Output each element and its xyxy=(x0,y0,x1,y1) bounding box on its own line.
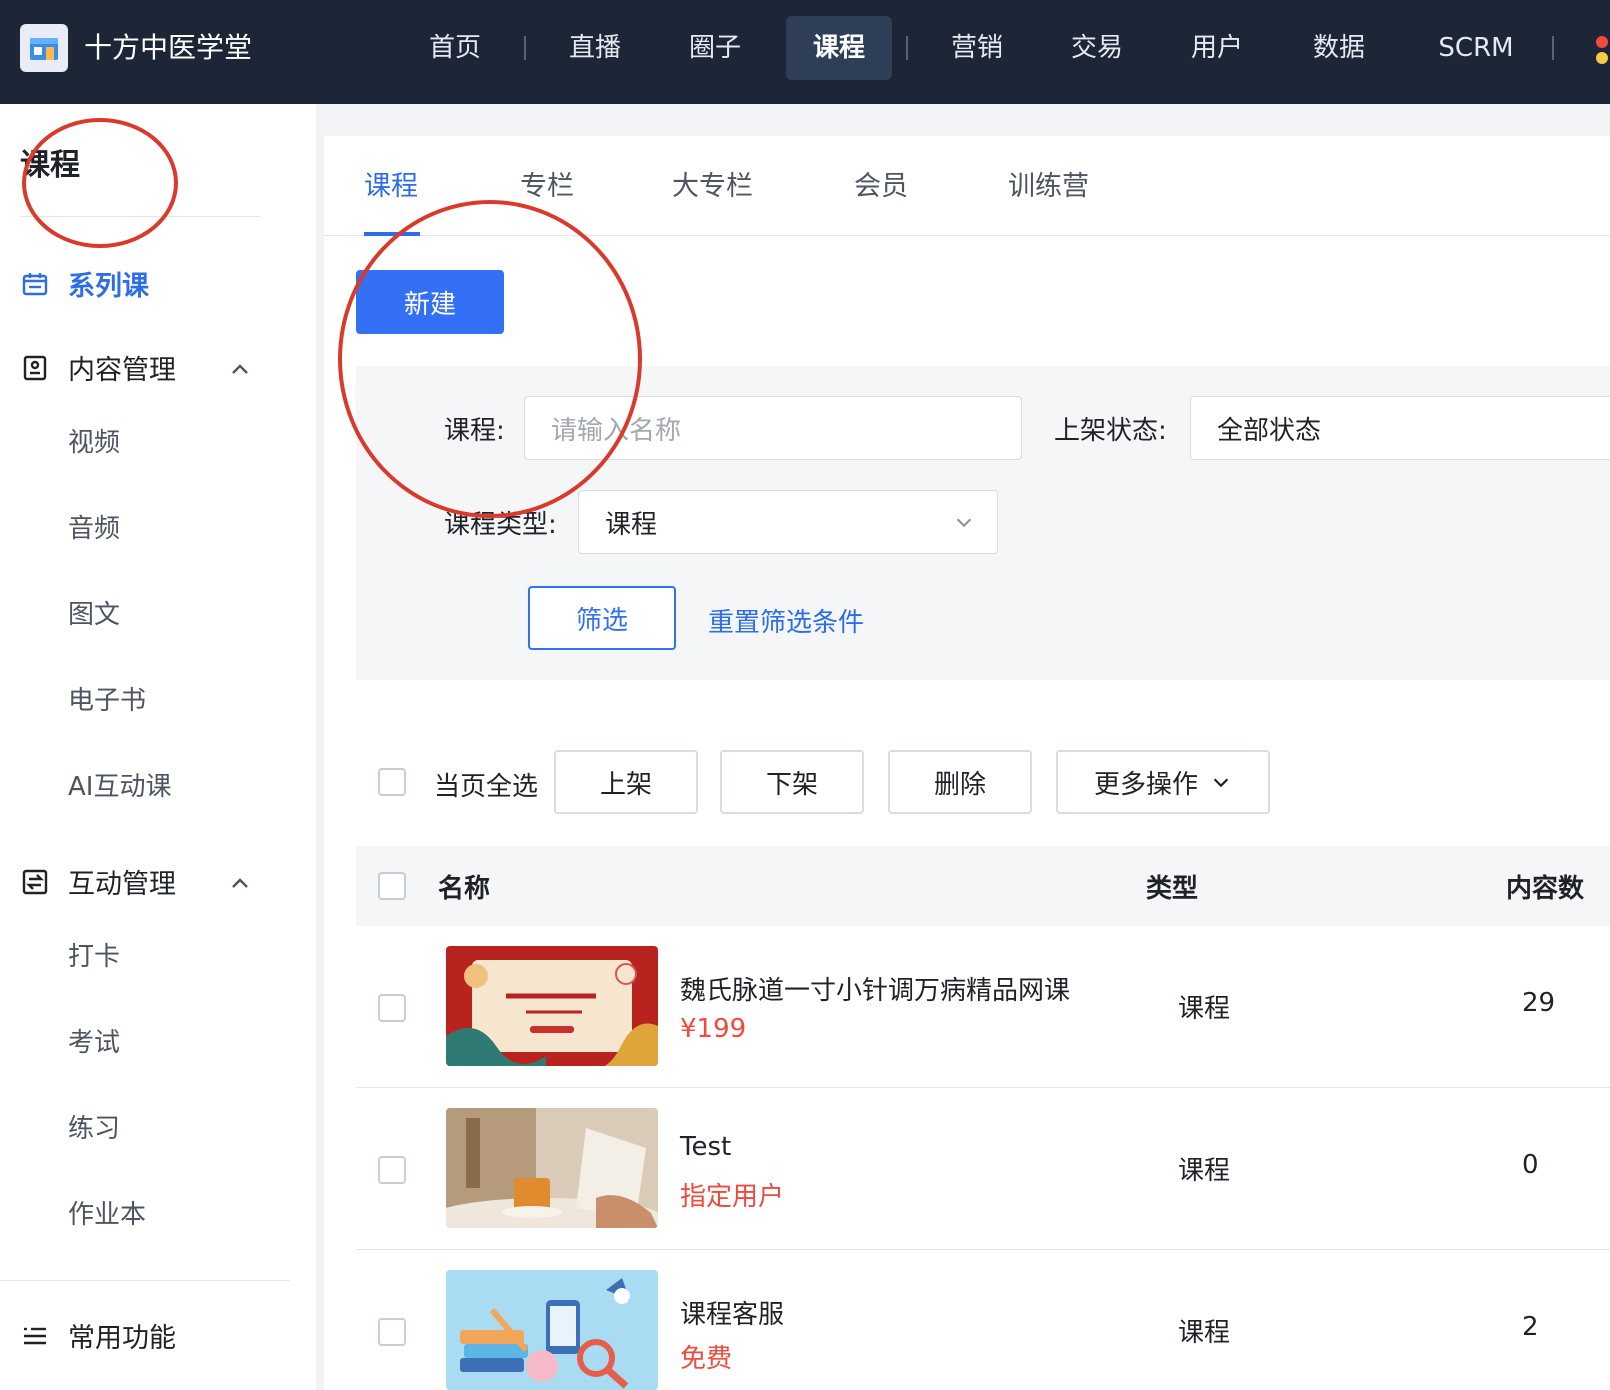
column-header-name: 名称 xyxy=(438,874,491,904)
calendar-icon xyxy=(20,269,50,299)
unpublish-button[interactable]: 下架 xyxy=(720,750,864,814)
header-checkbox[interactable] xyxy=(378,872,406,900)
tab-column[interactable]: 专栏 xyxy=(520,164,574,203)
main-content: 课程 专栏 大专栏 会员 训练营 新建 课程: 请输入名称 上架状态: 全部状态… xyxy=(324,136,1610,1390)
sidebar-item-video[interactable]: 视频 xyxy=(68,422,120,459)
nav-scrm[interactable]: SCRM xyxy=(1426,16,1526,80)
course-name[interactable]: 课程客服 xyxy=(680,1294,784,1331)
course-price: 免费 xyxy=(680,1344,733,1374)
nav-marketing[interactable]: 营销 xyxy=(932,16,1022,80)
delete-button[interactable]: 删除 xyxy=(888,750,1032,814)
course-price: ¥199 xyxy=(680,1014,747,1044)
course-search-input[interactable]: 请输入名称 xyxy=(524,396,1022,460)
sidebar-item-ai-course[interactable]: AI互动课 xyxy=(68,766,171,803)
top-bar: 十方中医学堂 首页 直播 圈子 课程 营销 交易 用户 数据 SCRM xyxy=(0,0,1610,104)
column-header-count: 内容数 xyxy=(1506,874,1585,904)
course-type: 课程 xyxy=(1178,1156,1231,1186)
sidebar-item-article[interactable]: 图文 xyxy=(68,594,120,631)
exchange-icon xyxy=(20,867,50,897)
sidebar-item-label: 系列课 xyxy=(68,271,149,302)
sidebar-divider xyxy=(0,1280,290,1281)
course-access: 指定用户 xyxy=(680,1182,785,1212)
sidebar-item-audio[interactable]: 音频 xyxy=(68,508,120,545)
type-filter-label: 课程类型: xyxy=(444,510,557,540)
status-dot-icon xyxy=(1596,52,1608,64)
nav-separator xyxy=(1552,36,1554,60)
nav-trade[interactable]: 交易 xyxy=(1052,16,1142,80)
sidebar-divider xyxy=(20,216,260,217)
course-type: 课程 xyxy=(1178,1318,1231,1348)
list-icon xyxy=(20,1321,50,1351)
chevron-up-icon[interactable] xyxy=(228,872,252,896)
course-content-count: 29 xyxy=(1522,988,1556,1018)
sidebar-item-common[interactable]: 常用功能 xyxy=(20,1316,176,1355)
row-checkbox[interactable] xyxy=(378,1156,406,1184)
course-name[interactable]: Test xyxy=(680,1132,731,1162)
chevron-up-icon[interactable] xyxy=(228,358,252,382)
table-row[interactable]: 魏氏脉道一寸小针调万病精品网课 ¥199 课程 29 xyxy=(356,926,1610,1088)
course-thumbnail[interactable] xyxy=(446,1108,658,1228)
sidebar-group-label: 互动管理 xyxy=(68,869,176,900)
nav-user[interactable]: 用户 xyxy=(1172,16,1262,80)
more-actions-label: 更多操作 xyxy=(1093,769,1198,800)
type-select-value: 课程 xyxy=(605,509,658,540)
sidebar-group-label: 内容管理 xyxy=(68,355,176,386)
sidebar-item-label: 常用功能 xyxy=(68,1323,176,1354)
row-checkbox[interactable] xyxy=(378,994,406,1022)
sidebar-group-interaction[interactable]: 互动管理 xyxy=(20,862,176,901)
course-type: 课程 xyxy=(1178,994,1231,1024)
table-row[interactable]: 课程客服 免费 课程 2 xyxy=(356,1250,1610,1390)
reset-filters-link[interactable]: 重置筛选条件 xyxy=(708,602,864,639)
column-header-type: 类型 xyxy=(1146,874,1199,904)
filter-button[interactable]: 筛选 xyxy=(528,586,676,650)
course-content-count: 2 xyxy=(1522,1312,1539,1342)
nav-live[interactable]: 直播 xyxy=(550,16,640,80)
nav-home[interactable]: 首页 xyxy=(410,16,500,80)
select-all-label: 当页全选 xyxy=(434,772,539,802)
sidebar-item-series[interactable]: 系列课 xyxy=(20,264,149,303)
new-button[interactable]: 新建 xyxy=(356,270,504,334)
select-all-checkbox[interactable] xyxy=(378,768,406,796)
status-dot-icon xyxy=(1596,36,1608,48)
sidebar-item-ebook[interactable]: 电子书 xyxy=(68,680,146,717)
course-thumbnail[interactable] xyxy=(446,1270,658,1390)
chevron-down-icon xyxy=(956,518,972,528)
chevron-down-icon xyxy=(1213,778,1229,788)
sidebar-item-exam[interactable]: 考试 xyxy=(68,1022,120,1059)
sidebar-group-content[interactable]: 内容管理 xyxy=(20,348,176,387)
sidebar: 课程 系列课 内容管理 视频 音频 图文 电子书 AI互动课 互动管理 打卡 考… xyxy=(0,104,316,1390)
publish-button[interactable]: 上架 xyxy=(554,750,698,814)
tab-camp[interactable]: 训练营 xyxy=(1008,164,1089,203)
table-header: 名称 类型 内容数 xyxy=(356,846,1610,926)
document-icon xyxy=(20,353,50,383)
course-thumbnail[interactable] xyxy=(446,946,658,1066)
tab-course[interactable]: 课程 xyxy=(364,164,418,203)
sidebar-item-homework[interactable]: 作业本 xyxy=(68,1194,146,1231)
sidebar-title: 课程 xyxy=(20,148,80,183)
filter-panel: 课程: 请输入名称 上架状态: 全部状态 课程类型: 课程 筛选 重置筛选条件 xyxy=(356,366,1610,680)
tab-bar: 课程 专栏 大专栏 会员 训练营 xyxy=(324,136,1610,236)
nav-separator xyxy=(906,36,908,60)
nav-data[interactable]: 数据 xyxy=(1294,16,1384,80)
type-select[interactable]: 课程 xyxy=(578,490,998,554)
course-filter-label: 课程: xyxy=(444,416,505,446)
sidebar-item-practice[interactable]: 练习 xyxy=(68,1108,120,1145)
top-navigation: 首页 直播 圈子 课程 营销 交易 用户 数据 SCRM xyxy=(0,0,1610,104)
table-row[interactable]: Test 指定用户 课程 0 xyxy=(356,1088,1610,1250)
course-search-placeholder: 请输入名称 xyxy=(551,415,682,446)
row-checkbox[interactable] xyxy=(378,1318,406,1346)
nav-circle[interactable]: 圈子 xyxy=(670,16,760,80)
nav-course[interactable]: 课程 xyxy=(786,16,892,80)
status-filter-label: 上架状态: xyxy=(1054,416,1167,446)
status-select-value: 全部状态 xyxy=(1217,415,1322,446)
course-name[interactable]: 魏氏脉道一寸小针调万病精品网课 xyxy=(680,970,1070,1007)
nav-separator xyxy=(524,36,526,60)
status-select[interactable]: 全部状态 xyxy=(1190,396,1610,460)
tab-big-column[interactable]: 大专栏 xyxy=(672,164,753,203)
course-content-count: 0 xyxy=(1522,1150,1539,1180)
tab-member[interactable]: 会员 xyxy=(854,164,908,203)
active-tab-indicator xyxy=(364,232,420,236)
sidebar-item-checkin[interactable]: 打卡 xyxy=(68,936,120,973)
more-actions-dropdown[interactable]: 更多操作 xyxy=(1056,750,1270,814)
